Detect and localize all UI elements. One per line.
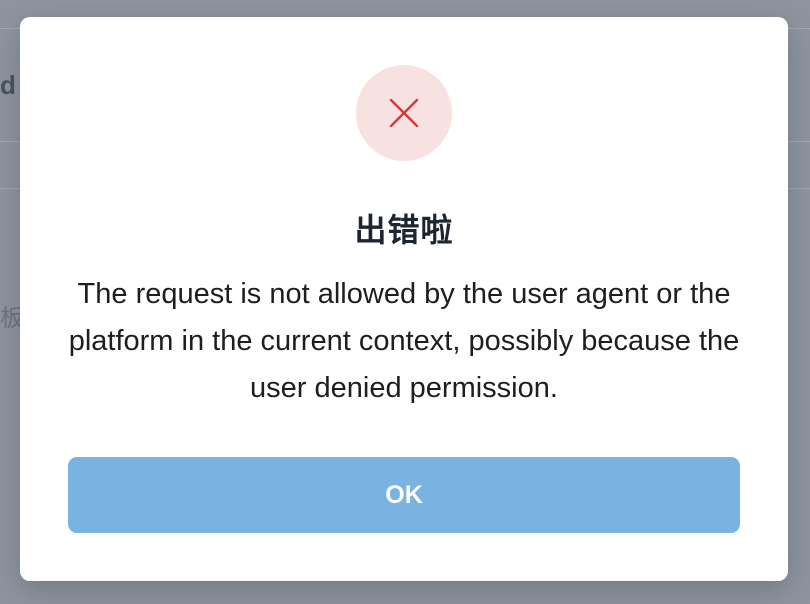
dialog-title: 出错啦 — [354, 211, 454, 249]
error-dialog: 出错啦 The request is not allowed by the us… — [20, 17, 788, 581]
error-badge — [356, 65, 452, 161]
dialog-message: The request is not allowed by the user a… — [68, 278, 740, 404]
close-icon — [389, 98, 419, 128]
background-header-text: d — [0, 70, 16, 100]
ok-button[interactable]: OK — [68, 457, 740, 533]
